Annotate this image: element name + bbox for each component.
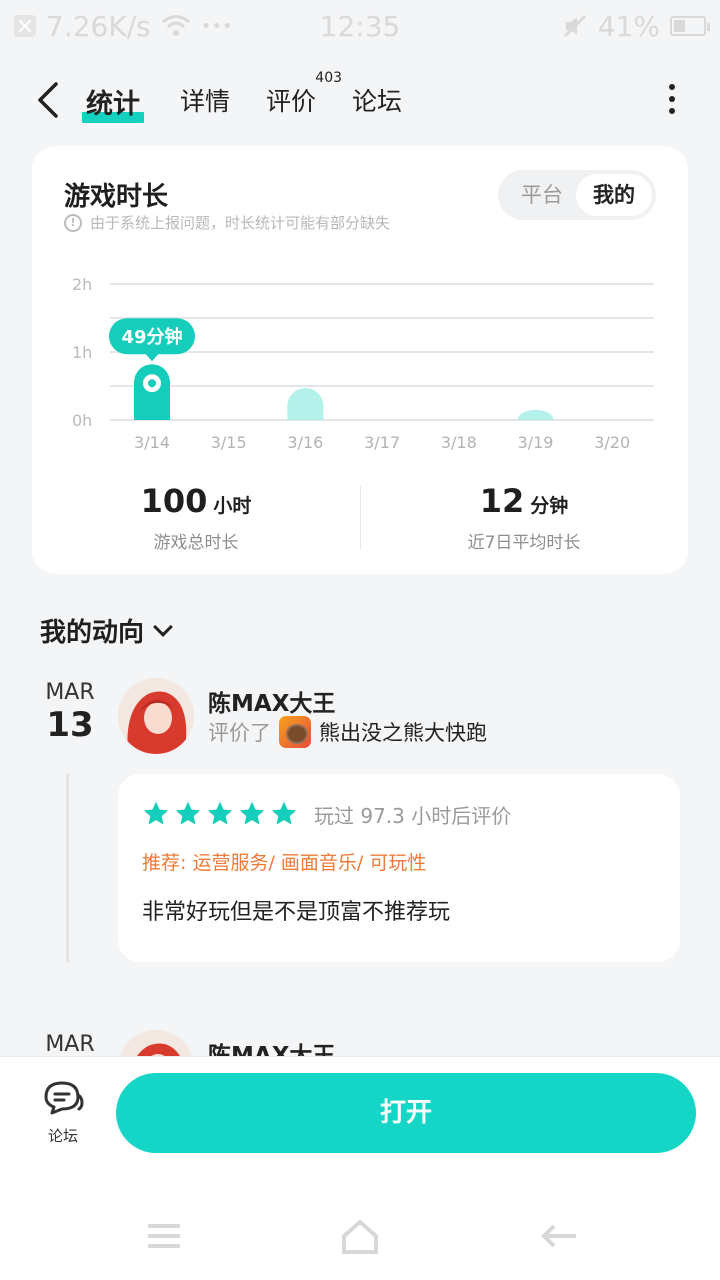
game-name[interactable]: 熊出没之熊大快跑 [319, 717, 487, 747]
bar[interactable] [517, 409, 554, 420]
star-icon [207, 801, 233, 825]
my-trends-title: 我的动向 [40, 618, 145, 648]
entry-month: MAR [45, 1032, 95, 1057]
bar-marker-dot [148, 379, 156, 388]
tab-details-label: 详情 [180, 87, 231, 116]
my-trends-header[interactable]: 我的动向 [40, 612, 173, 649]
average-play-time: 12 分钟 近7日平均时长 [360, 482, 688, 553]
chevron-down-icon [153, 616, 173, 637]
wifi-icon [161, 15, 190, 36]
status-bar: 7.26K/s ••• 12:35 41% [0, 0, 720, 52]
tab-forum[interactable]: 论坛 [352, 82, 402, 118]
battery-icon [670, 16, 710, 36]
battery-fill [674, 20, 686, 32]
y-tick-label: 0h [72, 411, 92, 430]
entry-date: MAR 13 [38, 680, 102, 745]
tab-reviews[interactable]: 评价 403 [266, 70, 342, 118]
play-time-card: 游戏时长 ! 由于系统上报问题，时长统计可能有部分缺失 平台 我的 0h 1h 2h… [32, 146, 688, 574]
star-icon [239, 801, 265, 825]
forum-label: 论坛 [47, 1127, 78, 1145]
review-content: 非常好玩但是不是顶富不推荐玩 [142, 900, 451, 925]
forum-button[interactable]: 论坛 [40, 1079, 86, 1146]
system-nav-bar [0, 1216, 720, 1266]
reviews-count-badge: 403 [315, 70, 343, 86]
entry-date: MAR [38, 1032, 102, 1057]
x-tick-label: 3/18 [441, 433, 477, 452]
recommend-tags: 推荐: 运营服务/ 画面音乐/ 可玩性 [142, 852, 427, 874]
x-tick-label: 3/15 [211, 433, 247, 452]
tooltip-pointer [145, 353, 159, 362]
tab-stats-label: 统计 [86, 89, 140, 120]
star-icon [175, 801, 201, 825]
mute-icon [563, 14, 586, 38]
total-unit: 小时 [213, 495, 252, 517]
avatar[interactable] [118, 678, 194, 754]
tab-stats[interactable]: 统计 [82, 82, 144, 123]
game-icon[interactable] [279, 716, 311, 748]
forum-icon [44, 1081, 84, 1115]
entry-action: 评价了 熊出没之熊大快跑 [208, 716, 487, 748]
x-tick-label: 3/16 [287, 433, 323, 452]
rating-stars [142, 800, 298, 828]
average-label: 近7日平均时长 [467, 533, 581, 553]
status-dots: ••• [200, 15, 233, 37]
star-icon [143, 801, 169, 825]
back-arrow-icon[interactable] [30, 80, 66, 120]
battery-percent: 41% [597, 9, 660, 43]
user-name[interactable]: 陈MAX大王 [208, 684, 335, 718]
notification-icon [14, 15, 36, 37]
tab-reviews-label: 评价 [266, 87, 317, 116]
back-icon[interactable] [540, 1216, 580, 1256]
entry-month: MAR [45, 680, 95, 705]
y-tick-label: 2h [72, 275, 92, 294]
bar[interactable] [287, 388, 324, 420]
open-button[interactable]: 打开 [116, 1073, 696, 1153]
home-icon[interactable] [340, 1216, 380, 1256]
total-value: 100 [140, 482, 208, 520]
total-label: 游戏总时长 [153, 533, 239, 553]
tab-details[interactable]: 详情 [180, 82, 230, 118]
x-tick-label: 3/19 [518, 433, 554, 452]
menu-icon[interactable] [144, 1216, 184, 1256]
tooltip-text: 49分钟 [121, 326, 182, 348]
y-tick-label: 1h [72, 343, 92, 362]
average-unit: 分钟 [530, 495, 569, 517]
more-options-icon[interactable] [662, 84, 682, 114]
review-card[interactable]: 玩过 97.3 小时后评价 推荐: 运营服务/ 画面音乐/ 可玩性 非常好玩但是… [118, 774, 680, 962]
played-hours: 玩过 97.3 小时后评价 [314, 804, 512, 828]
x-tick-label: 3/17 [364, 433, 400, 452]
network-speed: 7.26K/s [46, 9, 151, 43]
star-icon [271, 801, 297, 825]
action-text: 评价了 [208, 721, 271, 745]
top-nav: 统计 详情 评价 403 论坛 [0, 62, 720, 138]
x-tick-label: 3/20 [594, 433, 630, 452]
average-value: 12 [479, 482, 525, 520]
timeline-line [66, 774, 69, 962]
entry-day: 13 [46, 705, 94, 745]
tab-forum-label: 论坛 [352, 87, 403, 116]
x-tick-label: 3/14 [134, 433, 170, 452]
total-play-time: 100 小时 游戏总时长 [32, 482, 360, 553]
